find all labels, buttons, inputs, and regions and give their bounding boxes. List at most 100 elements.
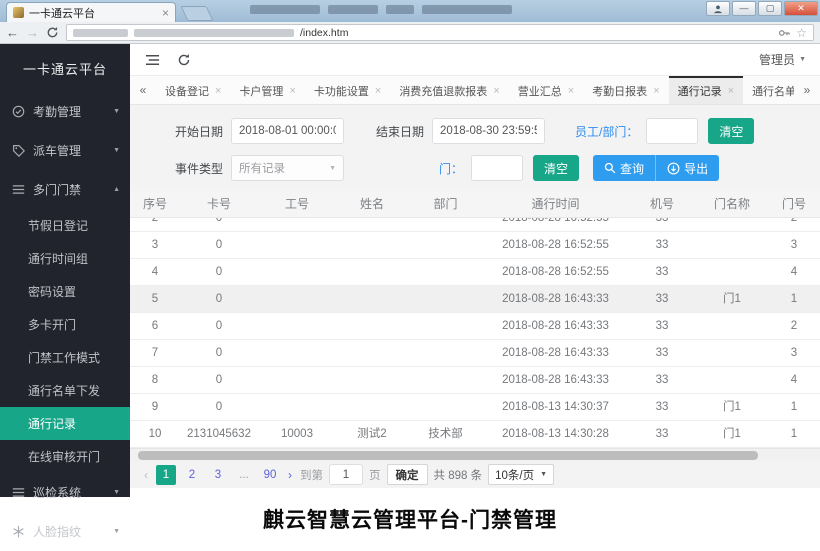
tab-label: 设备登记	[165, 83, 209, 99]
sidebar-item-在线审核开门[interactable]: 在线审核开门	[0, 440, 130, 473]
tab-通行记录[interactable]: 通行记录×	[669, 76, 743, 104]
browser-tab[interactable]: 一卡通云平台 ×	[6, 2, 176, 22]
reload-icon[interactable]	[46, 26, 59, 39]
sidebar-group-4[interactable]: 巡检系统▼	[0, 473, 130, 512]
tabs-scroll-left-icon[interactable]: «	[130, 76, 156, 104]
url-input[interactable]: /index.htm ☆	[66, 24, 814, 41]
start-date-input[interactable]	[231, 118, 344, 144]
sidebar-group-2[interactable]: 派车管理▼	[0, 131, 130, 170]
page-number-2[interactable]: 2	[182, 465, 202, 485]
forward-icon[interactable]: →	[26, 26, 39, 39]
sidebar-item-通行名单下发[interactable]: 通行名单下发	[0, 374, 130, 407]
sidebar-item-通行时间组[interactable]: 通行时间组	[0, 242, 130, 275]
tab-close-icon[interactable]: ×	[568, 85, 574, 97]
profile-icon[interactable]	[706, 1, 730, 16]
table-cell: 33	[628, 232, 696, 258]
sidebar-group-5[interactable]: 人脸指纹▼	[0, 512, 130, 551]
tab-设备登记[interactable]: 设备登记 ×	[156, 76, 230, 104]
table-row[interactable]: 702018-08-28 16:43:33333	[130, 340, 820, 367]
horizontal-scrollbar-track[interactable]	[130, 448, 820, 461]
page-number-90[interactable]: 90	[260, 465, 280, 485]
table-cell	[336, 218, 408, 231]
table-cell: 9	[130, 394, 180, 420]
table-cell: 5	[130, 286, 180, 312]
column-header-序号: 序号	[130, 191, 180, 217]
tab-close-icon[interactable]: ×	[493, 85, 499, 97]
tab-营业汇总[interactable]: 营业汇总×	[509, 76, 583, 104]
table-row[interactable]: 902018-08-13 14:30:3733门11	[130, 394, 820, 421]
sidebar-group-label: 人脸指纹	[33, 523, 105, 540]
minimize-button[interactable]: —	[732, 1, 756, 16]
sidebar-item-通行记录[interactable]: 通行记录	[0, 407, 130, 440]
table-row[interactable]: 802018-08-28 16:43:33334	[130, 367, 820, 394]
new-tab-button[interactable]	[181, 6, 214, 21]
back-icon[interactable]: ←	[6, 26, 19, 39]
staff-dept-input[interactable]	[646, 118, 698, 144]
clear-door-button[interactable]: 清空	[533, 155, 579, 181]
table-row[interactable]: 502018-08-28 16:43:3333门11	[130, 286, 820, 313]
page-size-value: 10条/页	[495, 467, 534, 483]
next-page-icon[interactable]: ›	[286, 468, 294, 482]
tab-考勤日报表[interactable]: 考勤日报表 ×	[583, 76, 668, 104]
table-cell: 4	[768, 367, 820, 393]
sidebar-group-3[interactable]: 多门门禁▲	[0, 170, 130, 209]
tab-close-icon[interactable]: ×	[728, 85, 734, 97]
tab-label: 考勤日报表	[592, 83, 647, 99]
tab-close-icon[interactable]: ×	[215, 85, 221, 97]
page-size-select[interactable]: 10条/页 ▼	[488, 464, 554, 485]
door-input[interactable]	[471, 155, 523, 181]
goto-page-input[interactable]	[329, 464, 363, 485]
table-cell	[696, 232, 768, 258]
page-number-1[interactable]: 1	[156, 465, 176, 485]
sidebar-item-节假日登记[interactable]: 节假日登记	[0, 209, 130, 242]
table-cell: 0	[180, 259, 258, 285]
query-button[interactable]: 查询	[593, 155, 656, 181]
sidebar-item-密码设置[interactable]: 密码设置	[0, 275, 130, 308]
table-row[interactable]: 10213104563210003测试2技术部2018-08-13 14:30:…	[130, 421, 820, 448]
table-cell: 0	[180, 313, 258, 339]
tab-卡功能设置[interactable]: 卡功能设置×	[305, 76, 390, 104]
tab-通行名单下发[interactable]: 通行名单下发×	[743, 76, 794, 104]
bookmark-star-icon[interactable]: ☆	[796, 27, 807, 39]
table-cell: 门1	[696, 421, 768, 447]
page-number-3[interactable]: 3	[208, 465, 228, 485]
collapse-menu-icon[interactable]	[144, 52, 160, 68]
goto-confirm-button[interactable]: 确定	[387, 464, 428, 485]
user-menu[interactable]: 管理员 ▼	[759, 51, 806, 68]
table-row[interactable]: 202018-08-28 16:52:55332	[130, 218, 820, 232]
table-row[interactable]: 602018-08-28 16:43:33332	[130, 313, 820, 340]
table-cell: 0	[180, 394, 258, 420]
table-header-row: 序号卡号工号姓名部门通行时间机号门名称门号	[130, 191, 820, 218]
url-suffix: /index.htm	[300, 27, 348, 39]
table-cell: 3	[130, 232, 180, 258]
table-cell	[408, 313, 483, 339]
table-cell	[336, 394, 408, 420]
asterisk-icon	[12, 525, 25, 538]
export-button[interactable]: 导出	[656, 155, 719, 181]
browser-tab-close-icon[interactable]: ×	[162, 7, 169, 19]
browser-urlbar: ← → /index.htm ☆	[0, 22, 820, 44]
tabs-scroll-right-icon[interactable]: »	[794, 76, 820, 104]
browser-tab-title: 一卡通云平台	[29, 5, 157, 21]
horizontal-scrollbar-thumb[interactable]	[138, 451, 758, 460]
redacted-titlebar-text	[250, 5, 512, 14]
maximize-button[interactable]: ▢	[758, 1, 782, 16]
tab-消费充值退款报表[interactable]: 消费充值退款报表×	[390, 76, 508, 104]
table-row[interactable]: 402018-08-28 16:52:55334	[130, 259, 820, 286]
table-cell	[336, 367, 408, 393]
table-row[interactable]: 302018-08-28 16:52:55333	[130, 232, 820, 259]
clear-staff-dept-button[interactable]: 清空	[708, 118, 754, 144]
tab-close-icon[interactable]: ×	[375, 85, 381, 97]
tab-卡户管理[interactable]: 卡户管理×	[230, 76, 304, 104]
end-date-input[interactable]	[432, 118, 545, 144]
sidebar-item-门禁工作模式[interactable]: 门禁工作模式	[0, 341, 130, 374]
tab-close-icon[interactable]: ×	[653, 85, 659, 97]
event-type-select[interactable]: 所有记录 ▼	[231, 155, 344, 181]
sidebar-item-多卡开门[interactable]: 多卡开门	[0, 308, 130, 341]
sidebar-group-1[interactable]: 考勤管理▼	[0, 92, 130, 131]
refresh-icon[interactable]	[176, 52, 192, 68]
close-button[interactable]: ✕	[784, 1, 818, 16]
tab-close-icon[interactable]: ×	[289, 85, 295, 97]
prev-page-icon[interactable]: ‹	[142, 468, 150, 482]
main-area: 管理员 ▼ « 设备登记×卡户管理×卡功能设置×消费充值退款报表×营业汇总×考勤…	[130, 44, 820, 497]
